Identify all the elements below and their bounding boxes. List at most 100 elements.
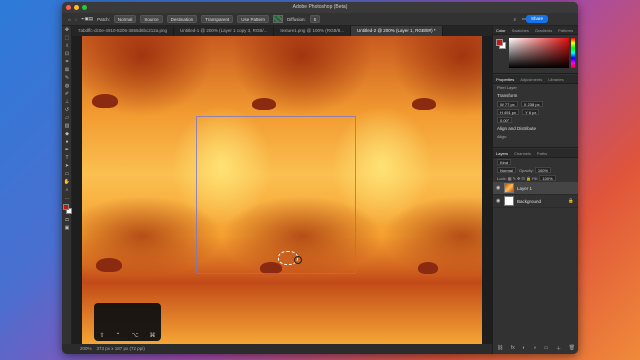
- lasso-tool-icon[interactable]: ℓ: [62, 42, 72, 50]
- search-icon[interactable]: ⌕: [513, 17, 516, 22]
- layer-name[interactable]: Layer 1: [517, 186, 532, 191]
- tab-channels[interactable]: Channels: [511, 149, 534, 157]
- tab-layers[interactable]: Layers: [493, 149, 511, 157]
- eraser-tool-icon[interactable]: ▱: [62, 114, 72, 122]
- color-picker: [495, 38, 576, 70]
- mask-icon[interactable]: ◐: [522, 345, 525, 352]
- selection-mode-icons[interactable]: ▪▫▣▤: [81, 16, 93, 22]
- angle-field[interactable]: 0.00°: [497, 117, 513, 123]
- tab-properties[interactable]: Properties: [493, 75, 517, 83]
- stamp-tool-icon[interactable]: ⊥: [62, 98, 72, 106]
- shift-key-icon[interactable]: ⇧: [100, 332, 105, 339]
- fill-field[interactable]: 100%: [539, 175, 556, 181]
- path-select-icon[interactable]: ➤: [62, 162, 72, 170]
- document-canvas[interactable]: [82, 36, 482, 344]
- adjustment-icon[interactable]: ◑: [533, 345, 536, 352]
- tab-doc-1[interactable]: 7abdffc-dc0e-4910-8205-3655d6bc212a.png: [72, 26, 174, 36]
- eyedropper-tool-icon[interactable]: ✎: [62, 74, 72, 82]
- folder-icon[interactable]: ▭: [544, 345, 549, 352]
- healing-tool-icon[interactable]: ◍: [62, 82, 72, 90]
- align-label: Align:: [497, 134, 508, 139]
- diffusion-label: Diffusion:: [287, 16, 306, 22]
- width-field[interactable]: W 77 px: [497, 101, 518, 107]
- patch-tool-icon[interactable]: ◌: [75, 17, 78, 22]
- layer-filter-kind[interactable]: Kind: [497, 159, 512, 165]
- transform-title[interactable]: Transform: [493, 91, 578, 100]
- gradient-tool-icon[interactable]: ▥: [62, 122, 72, 130]
- minimize-button[interactable]: [74, 5, 79, 10]
- opacity-field[interactable]: 100%: [534, 167, 552, 173]
- more-tools-icon[interactable]: …: [62, 194, 72, 202]
- layer-thumbnail: [504, 183, 514, 193]
- destination-button[interactable]: Destination: [166, 15, 198, 23]
- eye-icon[interactable]: ◉: [496, 198, 501, 204]
- layer-row[interactable]: ◉ Background 🔒: [493, 195, 578, 208]
- tab-adjustments[interactable]: Adjustments: [517, 75, 545, 83]
- foreground-color-chip[interactable]: [496, 39, 503, 46]
- diffusion-input[interactable]: 5: [309, 15, 321, 23]
- crop-tool-icon[interactable]: ⌗: [62, 58, 72, 66]
- source-button[interactable]: Source: [140, 15, 163, 23]
- shape-tool-icon[interactable]: ▭: [62, 170, 72, 178]
- marquee-tool-icon[interactable]: ⬚: [62, 34, 72, 42]
- use-pattern-button[interactable]: Use Pattern: [237, 15, 270, 23]
- tab-doc-2[interactable]: Untitled-1 @ 200% (Layer 1 copy 3, RGB/.…: [174, 26, 275, 36]
- screen-mode-icon[interactable]: ▣: [62, 224, 72, 232]
- layer-bounds: [196, 116, 356, 274]
- quick-mask-icon[interactable]: ◘: [62, 216, 72, 224]
- option-key-icon[interactable]: ⌥: [132, 332, 139, 339]
- height-field[interactable]: H 491 px: [497, 109, 520, 115]
- blur-tool-icon[interactable]: ◆: [62, 130, 72, 138]
- home-icon[interactable]: ⌂: [68, 17, 71, 22]
- dark-spot: [418, 262, 438, 274]
- history-brush-icon[interactable]: ↺: [62, 106, 72, 114]
- lock-icons[interactable]: ▦ ✎ ✥ ⊡ 🔒: [508, 176, 531, 181]
- tab-doc-3[interactable]: texture1.png @ 100% (RGB/8...: [274, 26, 351, 36]
- link-icon[interactable]: ⛓: [497, 345, 503, 352]
- zoom-button[interactable]: [82, 5, 87, 10]
- tab-gradients[interactable]: Gradients: [532, 26, 555, 34]
- tab-libraries[interactable]: Libraries: [545, 75, 566, 83]
- pen-tool-icon[interactable]: ✒: [62, 146, 72, 154]
- foreground-color-swatch[interactable]: [63, 204, 69, 210]
- share-button[interactable]: Share: [525, 15, 548, 23]
- zoom-level[interactable]: 200%: [80, 346, 92, 351]
- brush-tool-icon[interactable]: ✐: [62, 90, 72, 98]
- tools-panel: ✥ ⬚ ℓ ⊡ ⌗ ⊠ ✎ ◍ ✐ ⊥ ↺ ▱ ▥ ◆ ● ✒ T ➤ ▭ ✋ …: [62, 26, 72, 344]
- trash-icon[interactable]: 🗑: [569, 345, 575, 352]
- tab-swatches[interactable]: Swatches: [509, 26, 532, 34]
- new-layer-icon[interactable]: ＋: [556, 345, 561, 352]
- tab-color[interactable]: Color: [493, 26, 509, 34]
- zoom-tool-icon[interactable]: ⌕: [62, 186, 72, 194]
- align-title[interactable]: Align and Distribute: [493, 124, 578, 133]
- frame-tool-icon[interactable]: ⊠: [62, 66, 72, 74]
- color-swatches[interactable]: [62, 202, 72, 216]
- tab-doc-4[interactable]: Untitled-2 @ 200% (Layer 1, RGB/8#) *: [350, 26, 443, 36]
- layer-thumbnail: [504, 196, 514, 206]
- status-bar: 200% 373 px x 187 px (72 ppi): [72, 344, 492, 354]
- layer-name[interactable]: Background: [517, 199, 541, 204]
- divider: [493, 73, 578, 74]
- x-field[interactable]: X 238 px: [520, 101, 543, 107]
- move-tool-icon[interactable]: ✥: [62, 26, 72, 34]
- dodge-tool-icon[interactable]: ●: [62, 138, 72, 146]
- fx-icon[interactable]: fx: [511, 345, 515, 352]
- canvas-area[interactable]: ⇧ ⌃ ⌥ ⌘: [72, 36, 492, 344]
- control-key-icon[interactable]: ⌃: [116, 332, 121, 339]
- command-key-icon[interactable]: ⌘: [149, 332, 155, 339]
- hand-tool-icon[interactable]: ✋: [62, 178, 72, 186]
- patch-mode-select[interactable]: Normal: [113, 15, 137, 23]
- tab-patterns[interactable]: Patterns: [555, 26, 576, 34]
- y-field[interactable]: Y 6 px: [522, 109, 540, 115]
- tab-paths[interactable]: Paths: [534, 149, 550, 157]
- saturation-field[interactable]: [509, 38, 569, 68]
- close-button[interactable]: [66, 5, 71, 10]
- layer-row[interactable]: ◉ Layer 1: [493, 182, 578, 195]
- transparent-button[interactable]: Transparent: [201, 15, 234, 23]
- blend-mode-select[interactable]: Normal: [497, 167, 516, 173]
- eye-icon[interactable]: ◉: [496, 185, 501, 191]
- object-select-tool-icon[interactable]: ⊡: [62, 50, 72, 58]
- hue-slider[interactable]: [571, 38, 575, 68]
- pattern-swatch[interactable]: [273, 15, 284, 23]
- type-tool-icon[interactable]: T: [62, 154, 72, 162]
